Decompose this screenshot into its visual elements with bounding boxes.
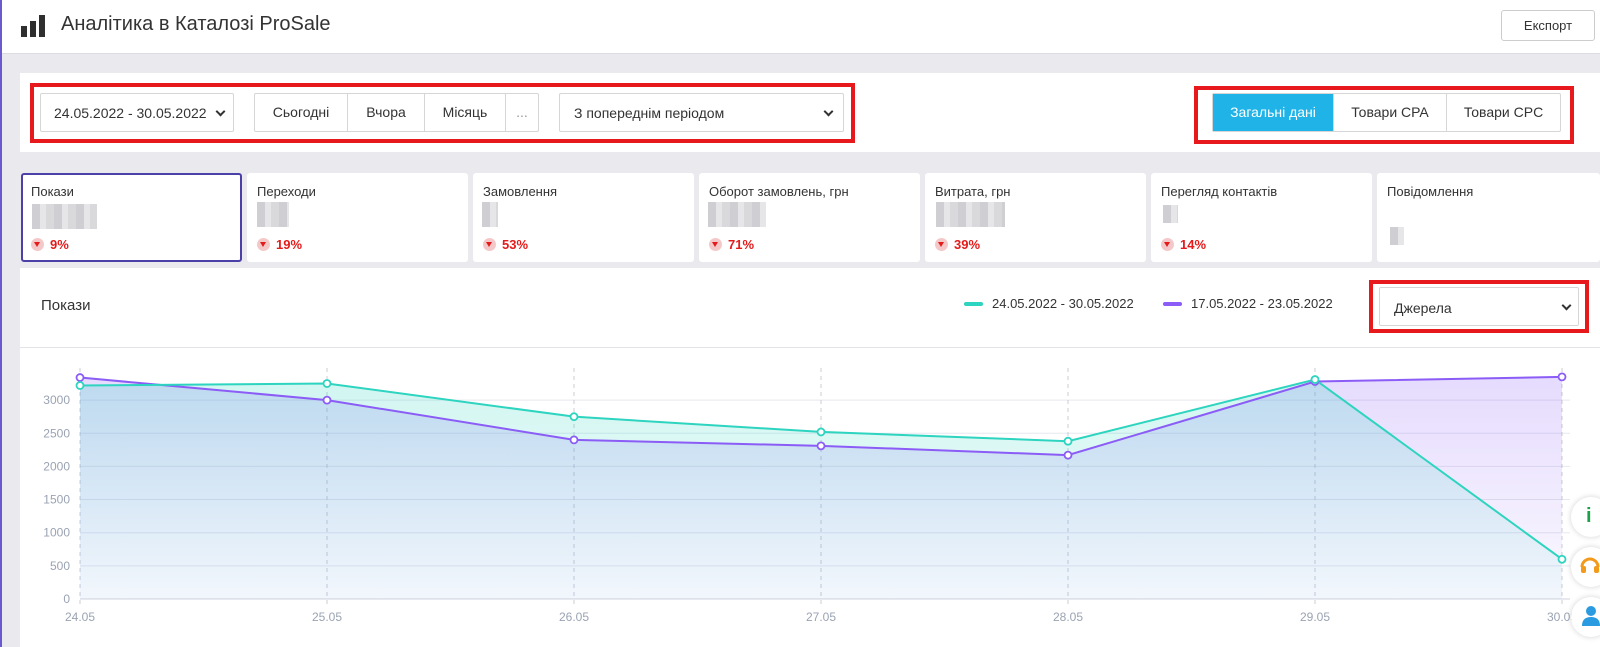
y-tick-label: 1500 [43,493,70,507]
legend-swatch [1163,301,1182,306]
legend-item-previous[interactable]: 17.05.2022 - 23.05.2022 [1163,296,1333,311]
data-point [322,379,332,388]
data-point [75,381,85,390]
metric-card-order-turnover[interactable]: Оборот замовлень, грн 71% [699,173,920,262]
series-area-current [80,379,1562,599]
highlight-box-source-select [1369,280,1589,333]
metric-label: Замовлення [483,184,558,199]
x-tick-label: 26.05 [559,610,589,624]
y-tick-label: 2500 [43,426,70,440]
data-point [1063,450,1073,460]
page-title: Аналітика в Каталозі ProSale [61,13,331,35]
metric-value-redacted [1390,227,1404,245]
metric-value-redacted [1163,205,1178,223]
legend-swatch [964,301,983,306]
headset-icon [1580,557,1600,573]
metric-delta: 53% [483,237,528,252]
user-support-icon [1582,606,1600,626]
metric-delta: 39% [935,237,980,252]
metric-label: Витрата, грн [935,184,1011,199]
data-point [75,373,85,382]
metric-card-impressions[interactable]: Покази 9% [21,173,242,262]
decrease-icon [935,238,948,251]
metric-card-contact-views[interactable]: Перегляд контактів 14% [1151,173,1372,262]
chart-title: Покази [41,297,91,314]
metric-value-redacted [482,202,498,227]
analytics-bars-icon [21,15,47,37]
data-point [322,395,332,405]
metric-label: Повідомлення [1387,184,1474,199]
metric-delta: 71% [709,237,754,252]
y-tick-label: 3000 [43,393,70,407]
y-tick-label: 500 [50,559,70,573]
decrease-icon [483,238,496,251]
legend-item-current[interactable]: 24.05.2022 - 30.05.2022 [964,296,1134,311]
data-point [816,441,826,451]
metric-card-orders[interactable]: Замовлення 53% [473,173,694,262]
metric-delta: 9% [31,237,69,252]
highlight-box-filters [30,83,855,143]
metric-value-redacted [708,202,766,227]
decrease-icon [257,238,270,251]
data-point [1557,372,1567,382]
y-tick-label: 0 [63,592,70,606]
decrease-icon [709,238,722,251]
y-tick-label: 2000 [43,459,70,473]
metric-value-redacted [936,202,1005,227]
highlight-box-type-tabs [1194,86,1574,144]
metric-label: Покази [31,184,74,199]
x-tick-label: 25.05 [312,610,342,624]
metric-label: Оборот замовлень, грн [709,184,849,199]
decrease-icon [31,238,44,251]
impressions-chart: 0 500 1000 1500 2000 2500 3000 24.05 25.05 26.05 2… [43,368,1577,624]
metric-delta: 19% [257,237,302,252]
legend-label: 24.05.2022 - 30.05.2022 [992,296,1134,311]
metric-value-redacted [257,202,289,227]
metric-delta: 14% [1161,237,1206,252]
metric-label: Перегляд контактів [1161,184,1278,199]
data-point [1310,375,1320,384]
x-tick-label: 29.05 [1300,610,1330,624]
y-tick-label: 1000 [43,526,70,540]
data-point [816,427,826,437]
metric-value-redacted [32,204,97,229]
x-tick-label: 28.05 [1053,610,1083,624]
info-icon: i [1586,505,1592,527]
data-point [1063,436,1073,446]
data-point [569,435,579,445]
export-button[interactable]: Експорт [1501,10,1595,41]
x-tick-label: 24.05 [65,610,95,624]
metric-card-spend[interactable]: Витрата, грн 39% [925,173,1146,262]
x-tick-label: 27.05 [806,610,836,624]
metric-label: Переходи [257,184,316,199]
decrease-icon [1161,238,1174,251]
data-point [569,412,579,422]
metric-card-messages[interactable]: Повідомлення [1377,173,1600,262]
data-point [1557,554,1567,564]
metric-card-clicks[interactable]: Переходи 19% [247,173,468,262]
legend-label: 17.05.2022 - 23.05.2022 [1191,296,1333,311]
